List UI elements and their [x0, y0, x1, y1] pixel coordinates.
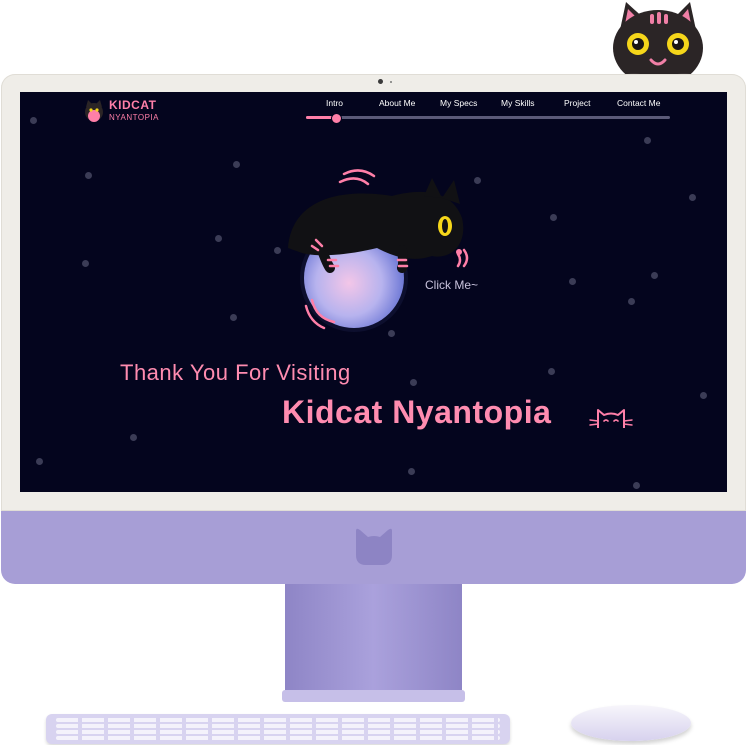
cat-on-ball-illustration[interactable] [282, 168, 472, 338]
star-decoration [700, 392, 707, 399]
star-decoration [474, 177, 481, 184]
scroll-progress-bar [306, 113, 670, 124]
sensor-icon [390, 81, 392, 83]
key-row [56, 718, 500, 722]
star-decoration [274, 247, 281, 254]
star-decoration [36, 458, 43, 465]
website-screen: KIDCAT NYANTOPIA Intro About Me My Specs… [20, 92, 727, 492]
monitor-stand [285, 584, 462, 692]
logo-title: KIDCAT [109, 98, 157, 112]
star-decoration [130, 434, 137, 441]
star-decoration [215, 235, 222, 242]
logo-subtitle: NYANTOPIA [109, 113, 159, 122]
nav-intro[interactable]: Intro [326, 98, 343, 108]
cat-logo-icon [85, 100, 103, 122]
key-row [56, 730, 500, 734]
nav-my-specs[interactable]: My Specs [440, 98, 477, 108]
site-name-heading: Kidcat Nyantopia [282, 394, 552, 430]
star-decoration [628, 298, 635, 305]
mouse [571, 705, 691, 741]
site-logo[interactable]: KIDCAT NYANTOPIA [82, 96, 172, 126]
star-decoration [85, 172, 92, 179]
nav-project[interactable]: Project [564, 98, 590, 108]
nav-about-me[interactable]: About Me [379, 98, 415, 108]
star-decoration [548, 368, 555, 375]
star-decoration [644, 137, 651, 144]
thanks-heading: Thank You For Visiting [120, 360, 351, 385]
star-decoration [651, 272, 658, 279]
star-decoration [550, 214, 557, 221]
cat-face-icon [589, 409, 633, 428]
nav-contact-me[interactable]: Contact Me [617, 98, 660, 108]
star-decoration [408, 468, 415, 475]
apple-cat-icon [356, 528, 392, 565]
paw-icon[interactable] [331, 113, 343, 124]
monitor-stand-base [282, 690, 465, 702]
key-row [56, 724, 500, 728]
star-decoration [569, 278, 576, 285]
star-decoration [410, 379, 417, 386]
star-decoration [233, 161, 240, 168]
top-navigation: Intro About Me My Specs My Skills Projec… [306, 98, 670, 112]
camera-icon [378, 79, 383, 84]
keyboard [46, 714, 510, 744]
star-decoration [82, 260, 89, 267]
star-decoration [633, 482, 640, 489]
star-decoration [689, 194, 696, 201]
nav-my-skills[interactable]: My Skills [501, 98, 535, 108]
star-decoration [30, 117, 37, 124]
star-decoration [230, 314, 237, 321]
click-me-prompt[interactable]: Click Me~ [425, 278, 478, 292]
key-row [56, 736, 500, 740]
